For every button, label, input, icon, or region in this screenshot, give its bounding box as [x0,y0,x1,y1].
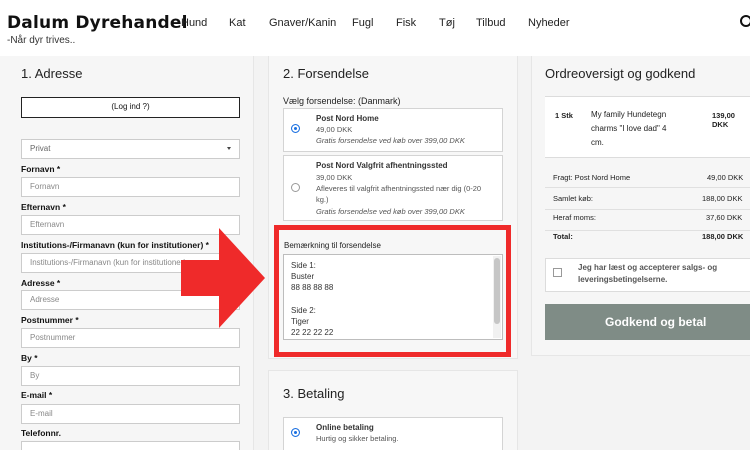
terms-text: Jeg har læst og accepterer salgs- og [578,263,718,272]
address-title: 1. Adresse [21,66,83,81]
remark-line: 22 22 22 22 [291,328,334,337]
summary-value: 188,00 DKK [702,194,743,203]
shipping-title: 2. Forsendelse [283,66,369,81]
shipping-radio-pickup[interactable] [291,183,300,192]
payment-option-sub: Hurtig og sikker betaling. [316,434,399,443]
order-item-name[interactable]: My family Hundetegn [591,110,666,119]
order-item-qty: 1 Stk [555,111,573,120]
payment-radio-online[interactable] [291,428,300,437]
chevron-down-icon [227,147,231,150]
nav-item-fugl[interactable]: Fugl [352,17,373,29]
terms-text: leveringsbetingelserne. [578,275,668,284]
summary-value: 49,00 DKK [707,173,744,182]
main-nav: Hund Kat Gnaver/Kanin Fugl Fisk Tøj Tilb… [0,17,750,31]
nav-item-gnaver-kanin[interactable]: Gnaver/Kanin [269,17,336,29]
approve-and-pay-button[interactable]: Godkend og betal [545,304,750,340]
postcode-input[interactable]: Postnummer [21,328,240,348]
nav-item-hund[interactable]: Hund [181,17,207,29]
summary-label: Samlet køb: [553,194,594,203]
nav-item-tilbud[interactable]: Tilbud [476,17,506,29]
terms-checkbox[interactable] [553,268,562,277]
payment-option-title: Online betaling [316,423,374,432]
shipping-option-price: 49,00 DKK [316,125,353,134]
arrow-right-icon [181,228,265,328]
firstname-label: Fornavn * [21,164,61,174]
total-label: Total: [553,232,573,241]
phone-input[interactable] [21,441,240,450]
order-item-price: 139,00 DKK [712,111,735,129]
shipping-option-title: Post Nord Home [316,114,379,123]
shipping-option-price: 39,00 DKK [316,173,353,182]
city-input[interactable]: By [21,366,240,386]
summary-label: Fragt: Post Nord Home [553,173,631,182]
summary-label: Heraf moms: [553,213,596,222]
total-value: 188,00 DKK [702,232,744,241]
shipping-option-desc: kg.) [316,195,329,204]
firstname-input[interactable]: Fornavn [21,177,240,197]
city-label: By * [21,353,38,363]
payment-title: 3. Betaling [283,386,345,401]
shipping-option-note: Gratis forsendelse ved køb over 399,00 D… [316,207,465,216]
remark-line: Tiger [291,317,309,326]
shipping-option-desc: Afleveres til valgfrit afhentningssted n… [316,184,482,193]
customer-type-select[interactable]: Privat [21,139,240,159]
remark-line: Buster [291,272,315,281]
phone-label: Telefonnr. [21,428,61,438]
shipping-choose-label: Vælg forsendelse: (Danmark) [283,96,401,106]
remark-line: Side 1: [291,261,316,270]
shipping-option-title: Post Nord Valgfrit afhentningssted [316,161,448,170]
remark-line: 88 88 88 88 [291,283,334,292]
email-input[interactable]: E-mail [21,404,240,424]
order-item-name[interactable]: charms "I love dad" 4 [591,124,667,133]
remark-label: Bemærkning til forsendelse [284,241,381,250]
brand-tagline: -Når dyr trives.. [7,35,76,46]
summary-value: 37,60 DKK [706,213,743,222]
postcode-label: Postnummer * [21,315,79,325]
search-icon[interactable] [740,15,750,27]
remark-line: Side 2: [291,306,316,315]
order-item-name[interactable]: cm. [591,138,604,147]
nav-item-fisk[interactable]: Fisk [396,17,416,29]
nav-item-nyheder[interactable]: Nyheder [528,17,570,29]
customer-type-value: Privat [30,144,51,153]
login-button[interactable]: (Log ind ?) [21,97,240,118]
nav-item-kat[interactable]: Kat [229,17,246,29]
site-header: Dalum Dyrehandel -Når dyr trives.. Hund … [0,0,750,56]
address-label: Adresse * [21,278,61,288]
lastname-label: Efternavn * [21,202,66,212]
order-title: Ordreoversigt og godkend [545,66,696,81]
nav-item-toj[interactable]: Tøj [439,17,455,29]
email-label: E-mail * [21,390,53,400]
remark-scrollbar-thumb[interactable] [494,258,500,324]
shipping-option-note: Gratis forsendelse ved køb over 399,00 D… [316,136,465,145]
shipping-radio-home[interactable] [291,124,300,133]
